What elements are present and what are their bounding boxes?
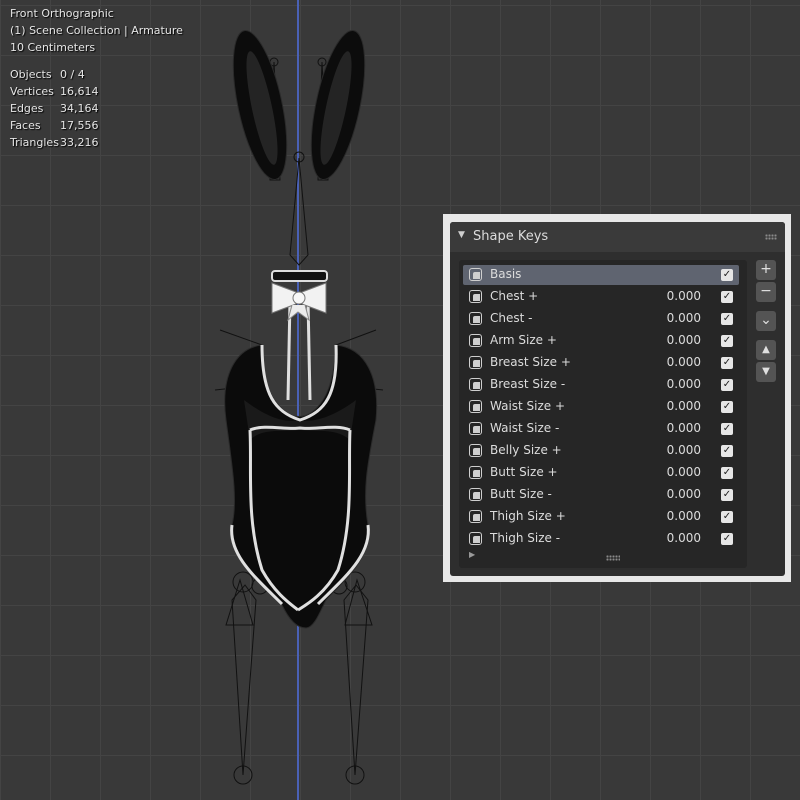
shape-key-icon <box>469 378 482 391</box>
shape-key-icon <box>469 466 482 479</box>
shape-key-icon <box>469 268 482 281</box>
stat-row: Triangles 33,216 <box>10 136 99 149</box>
shape-key-enabled-checkbox[interactable]: ✓ <box>721 269 733 281</box>
shape-key-name: Belly Size + <box>490 443 562 457</box>
shape-key-list[interactable]: Basis ✓ Chest + 0.000 ✓ Chest - 0.000 ✓ … <box>459 260 747 568</box>
shape-key-value[interactable]: 0.000 <box>643 311 701 325</box>
shape-key-enabled-checkbox[interactable]: ✓ <box>721 423 733 435</box>
bowtie <box>271 282 327 322</box>
shape-key-value[interactable]: 0.000 <box>643 333 701 347</box>
shape-key-item[interactable]: Chest + 0.000 ✓ <box>463 287 739 307</box>
shape-key-icon <box>469 334 482 347</box>
shape-key-icon <box>469 400 482 413</box>
shape-key-value[interactable]: 0.000 <box>643 531 701 545</box>
shape-key-name: Basis <box>490 267 522 281</box>
shape-key-item[interactable]: Waist Size - 0.000 ✓ <box>463 419 739 439</box>
shape-key-value[interactable]: 0.000 <box>643 443 701 457</box>
shape-key-value[interactable]: 0.000 <box>643 509 701 523</box>
shape-key-enabled-checkbox[interactable]: ✓ <box>721 401 733 413</box>
shape-key-item[interactable]: Breast Size + 0.000 ✓ <box>463 353 739 373</box>
shape-key-icon <box>469 444 482 457</box>
shape-key-icon <box>469 510 482 523</box>
shape-key-name: Butt Size - <box>490 487 552 501</box>
stat-row: Edges 34,164 <box>10 102 99 115</box>
add-shape-key-button[interactable]: + <box>756 260 776 280</box>
panel-title: Shape Keys <box>473 229 549 244</box>
move-down-button[interactable]: ▼ <box>756 362 776 382</box>
shape-key-name: Waist Size + <box>490 399 566 413</box>
shape-keys-panel: ▼ Shape Keys Basis ✓ Chest + 0.000 ✓ Che… <box>450 222 785 576</box>
viewport-info: Front Orthographic (1) Scene Collection … <box>10 5 183 56</box>
shape-key-value[interactable]: 0.000 <box>643 399 701 413</box>
shape-key-icon <box>469 532 482 545</box>
shape-key-enabled-checkbox[interactable]: ✓ <box>721 379 733 391</box>
shape-key-item[interactable]: Basis ✓ <box>463 265 739 285</box>
shape-key-item[interactable]: Chest - 0.000 ✓ <box>463 309 739 329</box>
shape-key-name: Breast Size - <box>490 377 566 391</box>
stat-row: Faces 17,556 <box>10 119 99 132</box>
shape-key-enabled-checkbox[interactable]: ✓ <box>721 511 733 523</box>
stat-row: Vertices 16,614 <box>10 85 99 98</box>
shape-key-item[interactable]: Thigh Size + 0.000 ✓ <box>463 507 739 527</box>
scene-statistics: Objects 0 / 4 Vertices 16,614 Edges 34,164 … <box>10 66 99 151</box>
view-name: Front Orthographic <box>10 7 114 20</box>
shape-key-enabled-checkbox[interactable]: ✓ <box>721 533 733 545</box>
shape-key-specials-button[interactable]: ⌄ <box>756 311 776 331</box>
shape-key-enabled-checkbox[interactable]: ✓ <box>721 313 733 325</box>
bodysuit <box>224 344 378 629</box>
shape-key-name: Breast Size + <box>490 355 571 369</box>
stat-row: Objects 0 / 4 <box>10 68 85 81</box>
shape-keys-header[interactable]: ▼ Shape Keys <box>450 222 785 252</box>
shape-key-name: Chest - <box>490 311 533 325</box>
shape-key-enabled-checkbox[interactable]: ✓ <box>721 335 733 347</box>
shape-key-icon <box>469 422 482 435</box>
list-resize-grip-icon[interactable] <box>606 555 620 561</box>
shape-key-name: Chest + <box>490 289 539 303</box>
list-filter-toggle-icon[interactable]: ▶ <box>469 550 475 559</box>
shape-key-enabled-checkbox[interactable]: ✓ <box>721 357 733 369</box>
shape-key-icon <box>469 356 482 369</box>
shape-key-name: Waist Size - <box>490 421 560 435</box>
shape-key-item[interactable]: Belly Size + 0.000 ✓ <box>463 441 739 461</box>
shape-key-item[interactable]: Butt Size + 0.000 ✓ <box>463 463 739 483</box>
shape-key-icon <box>469 312 482 325</box>
shape-key-item[interactable]: Arm Size + 0.000 ✓ <box>463 331 739 351</box>
shape-key-name: Butt Size + <box>490 465 558 479</box>
drag-handle-icon[interactable] <box>765 234 777 240</box>
move-up-button[interactable]: ▲ <box>756 340 776 360</box>
shape-key-enabled-checkbox[interactable]: ✓ <box>721 291 733 303</box>
shape-key-item[interactable]: Waist Size + 0.000 ✓ <box>463 397 739 417</box>
shape-key-value[interactable]: 0.000 <box>643 377 701 391</box>
collection-label: (1) Scene Collection | Armature <box>10 24 183 37</box>
shape-key-icon <box>469 290 482 303</box>
shape-key-enabled-checkbox[interactable]: ✓ <box>721 489 733 501</box>
shape-key-value[interactable]: 0.000 <box>643 289 701 303</box>
shape-key-item[interactable]: Butt Size - 0.000 ✓ <box>463 485 739 505</box>
shape-key-enabled-checkbox[interactable]: ✓ <box>721 467 733 479</box>
shape-key-value[interactable]: 0.000 <box>643 421 701 435</box>
collapse-caret-icon[interactable]: ▼ <box>458 230 465 240</box>
shape-key-name: Arm Size + <box>490 333 557 347</box>
shape-key-item[interactable]: Thigh Size - 0.000 ✓ <box>463 529 739 549</box>
shape-key-name: Thigh Size - <box>490 531 561 545</box>
remove-shape-key-button[interactable]: − <box>756 282 776 302</box>
shape-key-enabled-checkbox[interactable]: ✓ <box>721 445 733 457</box>
shape-key-value[interactable]: 0.000 <box>643 355 701 369</box>
shape-key-icon <box>469 488 482 501</box>
shape-key-item[interactable]: Breast Size - 0.000 ✓ <box>463 375 739 395</box>
shape-key-name: Thigh Size + <box>490 509 566 523</box>
shape-key-value[interactable]: 0.000 <box>643 465 701 479</box>
shape-key-value[interactable]: 0.000 <box>643 487 701 501</box>
grid-scale: 10 Centimeters <box>10 41 96 54</box>
